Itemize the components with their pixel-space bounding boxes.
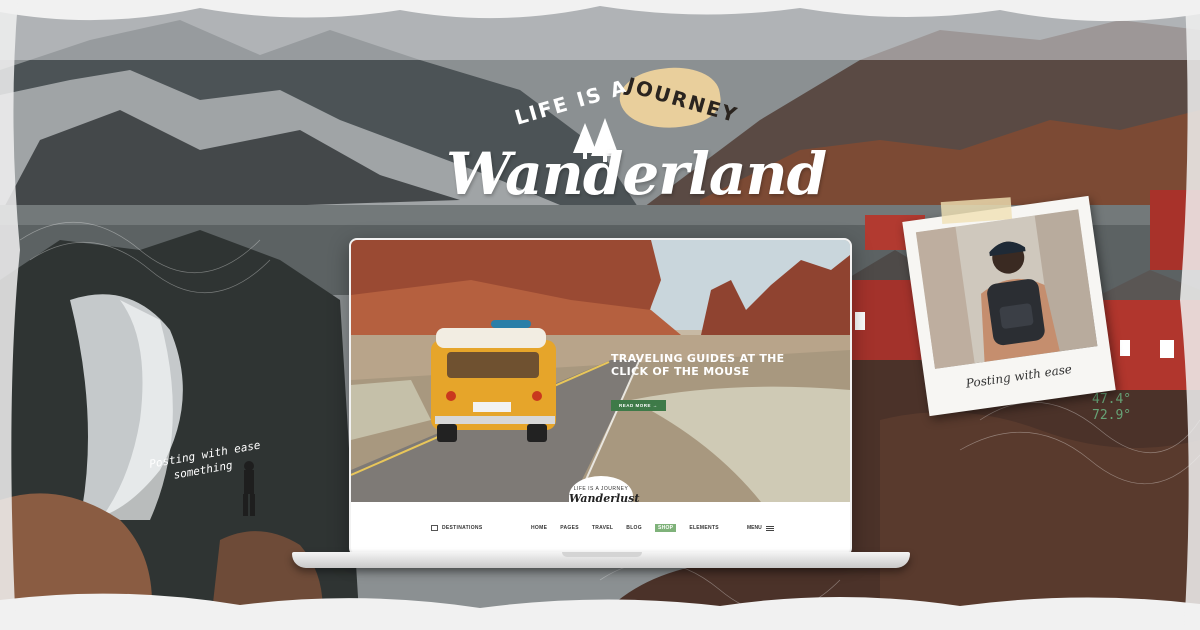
laptop-screen: TRAVELING GUIDES AT THE CLICK OF THE MOU… — [349, 238, 852, 556]
nav-item-travel[interactable]: TRAVEL — [592, 525, 613, 532]
brand-name: Wanderland — [446, 140, 827, 208]
menu-button[interactable]: MENU — [747, 525, 774, 531]
site-logo-name: Wanderlust — [569, 492, 640, 505]
nav-item-pages[interactable]: PAGES — [560, 525, 579, 532]
nav-links: HOME PAGES TRAVEL BLOG SHOP ELEMENTS — [531, 523, 719, 532]
destinations-icon — [431, 525, 438, 531]
menu-label: MENU — [747, 525, 762, 531]
site-logo-tagline: LIFE IS A JOURNEY — [573, 486, 629, 492]
coords-line1: 47.4° — [1092, 392, 1132, 407]
nav-item-home[interactable]: HOME — [531, 525, 547, 532]
hamburger-icon — [765, 525, 774, 531]
coordinates: 47.4° 72.9° — [1092, 392, 1131, 423]
nav-item-shop[interactable]: SHOP — [654, 523, 677, 532]
read-more-button[interactable]: READ MORE → — [611, 400, 666, 411]
nav-item-blog[interactable]: BLOG — [626, 525, 642, 532]
hero-title: TRAVELING GUIDES AT THE CLICK OF THE MOU… — [611, 352, 785, 378]
site-nav: DESTINATIONS HOME PAGES TRAVEL BLOG SHOP… — [351, 516, 850, 540]
polaroid-photo-card: Posting with ease — [902, 195, 1116, 417]
backpacker-photo — [915, 209, 1098, 369]
laptop-notch — [562, 552, 642, 557]
nav-item-elements[interactable]: ELEMENTS — [689, 525, 719, 532]
destinations-label: DESTINATIONS — [442, 525, 483, 531]
destinations-link[interactable]: DESTINATIONS — [431, 525, 482, 531]
site-hero: TRAVELING GUIDES AT THE CLICK OF THE MOU… — [351, 240, 850, 502]
coords-line2: 72.9° — [1092, 407, 1132, 423]
site-logo[interactable]: LIFE IS A JOURNEY Wanderlust — [569, 476, 640, 516]
polaroid-image — [915, 209, 1098, 369]
